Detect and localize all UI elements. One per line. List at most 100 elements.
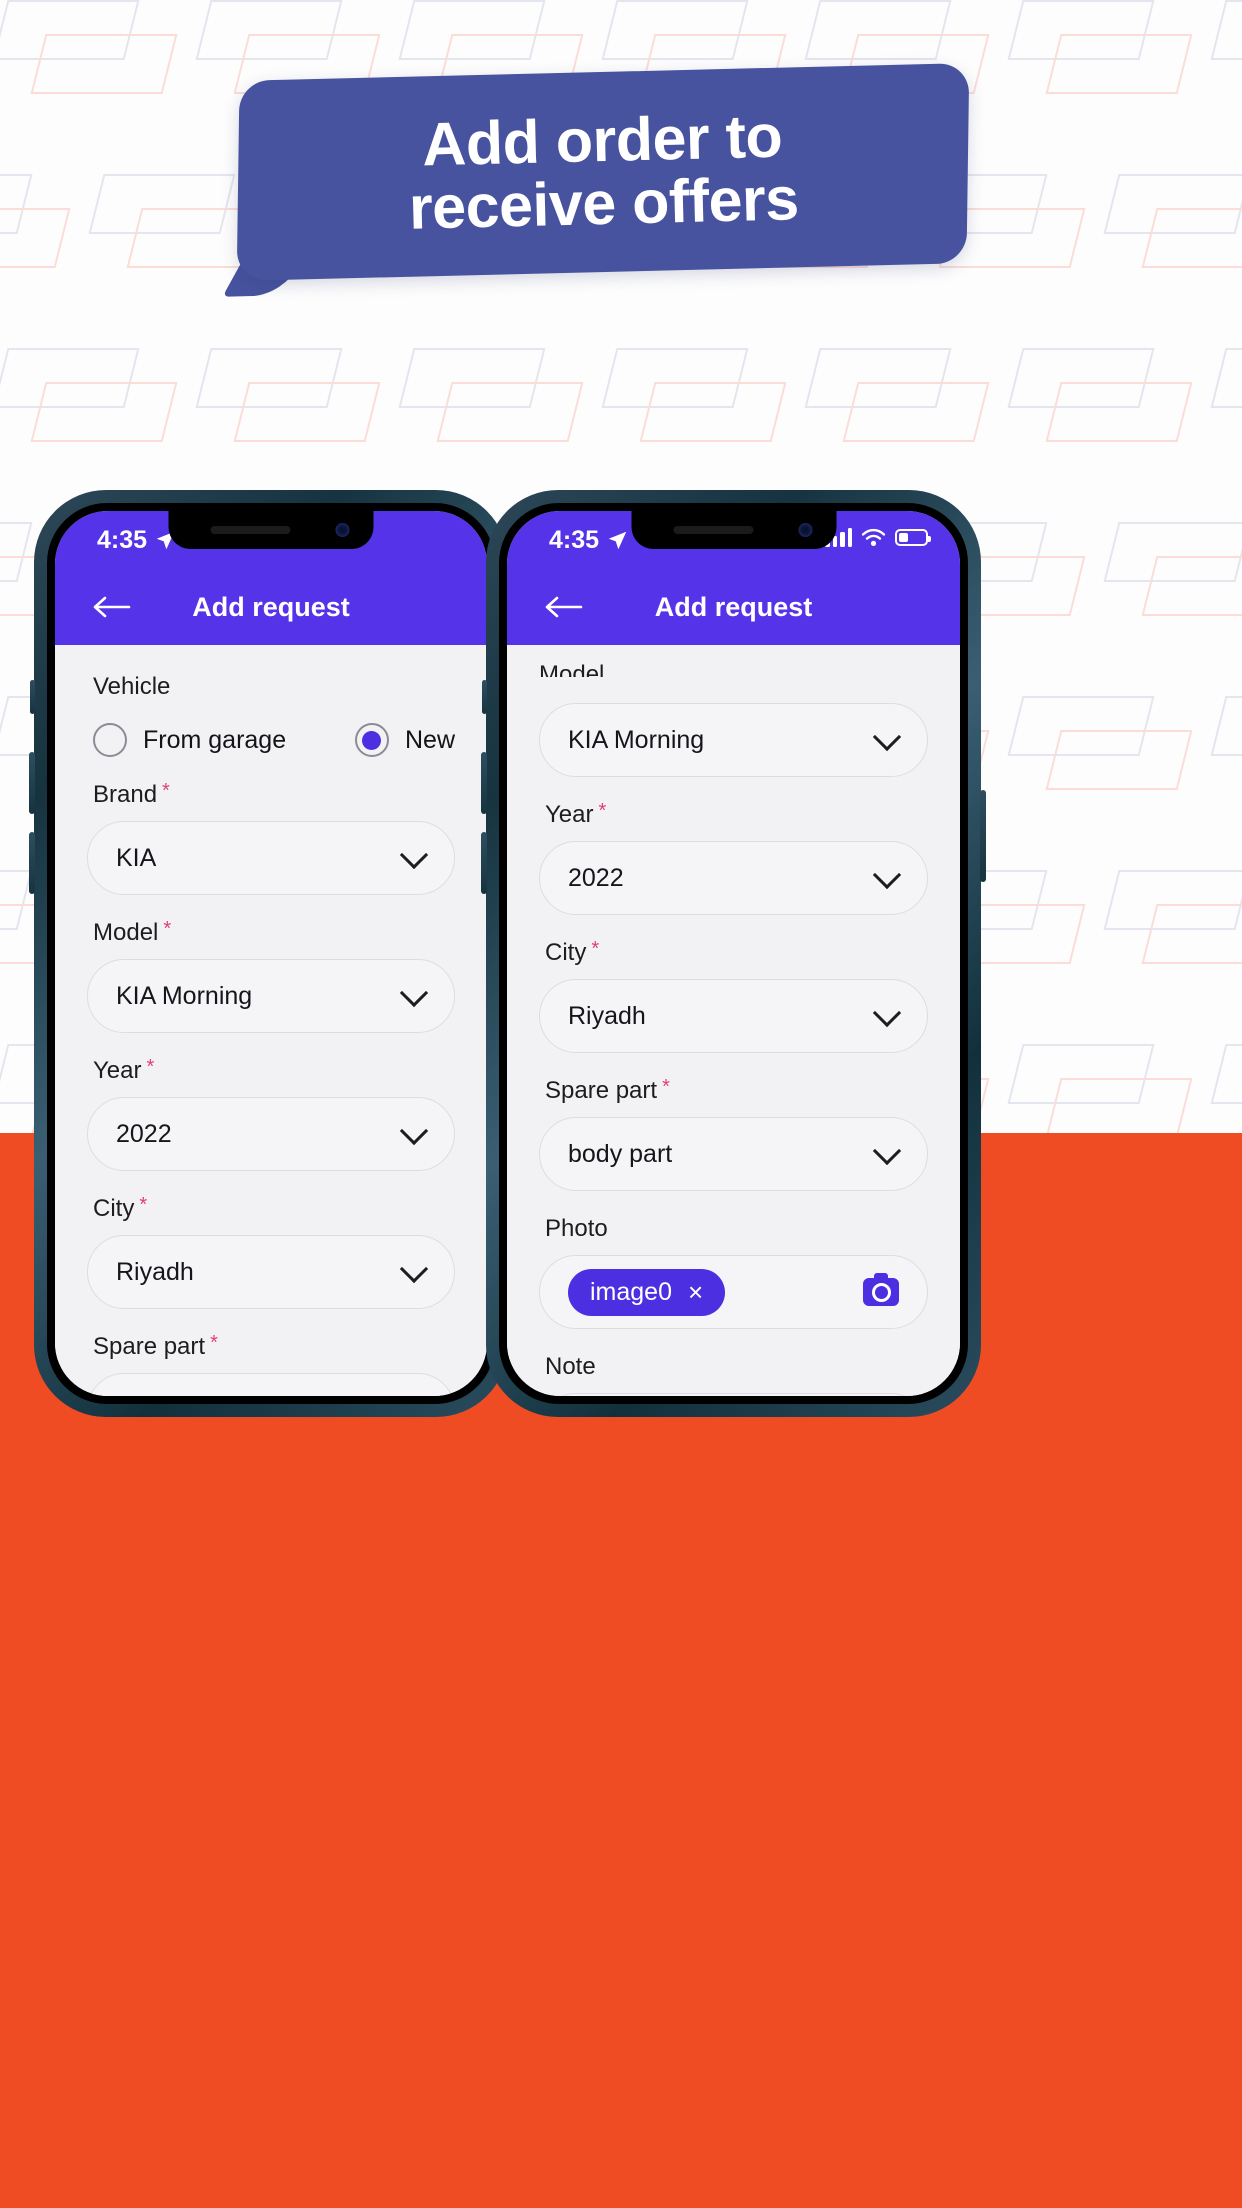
pattern-motif — [1210, 696, 1242, 886]
pattern-rect-pink — [1141, 556, 1242, 616]
spare-part-value: body part — [116, 1396, 220, 1397]
note-recording-field[interactable]: recording.m4a — [539, 1393, 928, 1396]
front-camera-icon — [798, 523, 812, 537]
chevron-down-icon — [872, 722, 902, 752]
notch-left — [168, 511, 374, 549]
year-label: Year * — [93, 1056, 155, 1084]
navbar-left: Add request — [55, 569, 487, 645]
form-right: KIA Morning Year * 2022 City * Riyadh Sp… — [507, 703, 960, 1396]
city-label: City * — [93, 1194, 148, 1222]
model-label: Model * — [93, 918, 172, 946]
side-button-volume-up[interactable] — [481, 752, 487, 814]
navbar-right: Add request — [507, 569, 960, 645]
screen-right: 4:35 Add request Model KIA Morning Year … — [507, 511, 960, 1396]
side-button-mute[interactable] — [482, 680, 487, 714]
phone-mockup-left: 4:35 Add request Vehicle From garage New… — [29, 490, 513, 1417]
required-asterisk: * — [163, 918, 172, 940]
photo-field[interactable]: image0 × — [539, 1255, 928, 1329]
camera-icon[interactable] — [863, 1273, 899, 1306]
pattern-motif — [1210, 1044, 1242, 1133]
pattern-motif — [1210, 0, 1242, 190]
pattern-motif — [1007, 0, 1242, 190]
vehicle-source-radio-group: From garage New — [93, 723, 455, 757]
spare-part-select[interactable]: body part — [539, 1117, 928, 1191]
radio-new-label: New — [404, 725, 455, 754]
wifi-icon — [861, 528, 886, 546]
pattern-rect-pink — [0, 208, 71, 268]
radio-circle-selected-icon — [354, 723, 389, 757]
brand-value: KIA — [116, 843, 157, 872]
chevron-down-icon — [872, 1136, 902, 1166]
pattern-rect-pink — [1141, 904, 1242, 964]
pattern-rect-pink — [1045, 34, 1193, 94]
city-value: Riyadh — [568, 1001, 646, 1030]
required-asterisk: * — [591, 938, 600, 960]
chevron-down-icon — [399, 840, 429, 870]
required-asterisk: * — [210, 1332, 218, 1354]
chevron-down-icon — [399, 1116, 429, 1146]
form-sheet-left: Vehicle From garage New Brand * KIA Mode… — [55, 647, 487, 1396]
model-value: KIA Morning — [568, 725, 705, 754]
note-label: Note — [545, 1353, 596, 1380]
location-arrow-icon — [608, 531, 627, 549]
header-left: 4:35 Add request — [55, 511, 487, 645]
photo-chip[interactable]: image0 × — [568, 1268, 726, 1316]
brand-select[interactable]: KIA — [87, 821, 455, 895]
pattern-rect-pink — [842, 382, 990, 442]
required-asterisk: * — [146, 1056, 155, 1078]
spare-part-label: Spare part * — [93, 1332, 218, 1360]
side-button-volume-up[interactable] — [29, 752, 35, 814]
pattern-motif — [1103, 174, 1242, 364]
side-button-volume-down[interactable] — [29, 832, 35, 894]
side-button-volume-down[interactable] — [481, 832, 487, 894]
pattern-rect-pink — [30, 382, 178, 442]
pattern-rect-pink — [1045, 1078, 1193, 1133]
battery-icon — [895, 528, 931, 546]
status-time: 4:35 — [549, 525, 600, 554]
year-select[interactable]: 2022 — [87, 1097, 455, 1171]
chevron-down-icon — [399, 1254, 429, 1284]
close-icon[interactable]: × — [688, 1279, 703, 1305]
spare-part-label: Spare part * — [545, 1076, 670, 1104]
year-label: Year * — [545, 800, 607, 828]
vehicle-section-label: Vehicle — [93, 673, 171, 700]
side-button-mute[interactable] — [30, 680, 35, 714]
pattern-rect-pink — [436, 382, 584, 442]
radio-new[interactable]: New — [354, 723, 455, 757]
pattern-motif — [1103, 522, 1242, 712]
arrow-left-icon[interactable] — [545, 594, 583, 620]
city-select[interactable]: Riyadh — [539, 979, 928, 1053]
spare-part-value: body part — [568, 1139, 673, 1168]
status-icons-right — [825, 527, 931, 547]
city-value: Riyadh — [116, 1257, 194, 1286]
pattern-rect-pink — [233, 382, 381, 442]
brand-label: Brand * — [93, 780, 170, 808]
pattern-motif — [1007, 696, 1242, 886]
pattern-motif — [1103, 870, 1242, 1060]
required-asterisk: * — [598, 800, 607, 822]
pattern-rect-pink — [1045, 730, 1193, 790]
pattern-motif — [1007, 1044, 1242, 1133]
arrow-left-icon[interactable] — [93, 594, 131, 620]
earpiece-speaker-icon — [210, 526, 291, 534]
required-asterisk: * — [662, 1076, 670, 1098]
chevron-down-icon — [399, 1392, 429, 1396]
side-button-power[interactable] — [980, 790, 986, 882]
spare-part-select[interactable]: body part — [87, 1373, 455, 1396]
city-label: City * — [545, 938, 600, 966]
screen-left: 4:35 Add request Vehicle From garage New… — [55, 511, 487, 1396]
city-select[interactable]: Riyadh — [87, 1235, 455, 1309]
year-select[interactable]: 2022 — [539, 841, 928, 915]
model-select[interactable]: KIA Morning — [539, 703, 928, 777]
radio-from-garage[interactable]: From garage — [93, 723, 355, 757]
pattern-rect-pink — [1141, 208, 1242, 268]
model-select[interactable]: KIA Morning — [87, 959, 455, 1033]
phone-mockup-right: 4:35 Add request Model KIA Morning Year … — [481, 490, 986, 1417]
chevron-down-icon — [872, 998, 902, 1028]
radio-circle-icon — [93, 723, 127, 757]
photo-label: Photo — [545, 1215, 608, 1242]
chevron-down-icon — [872, 860, 902, 890]
notch-right — [631, 511, 836, 549]
pattern-rect-pink — [639, 382, 787, 442]
pattern-motif — [1007, 348, 1242, 538]
